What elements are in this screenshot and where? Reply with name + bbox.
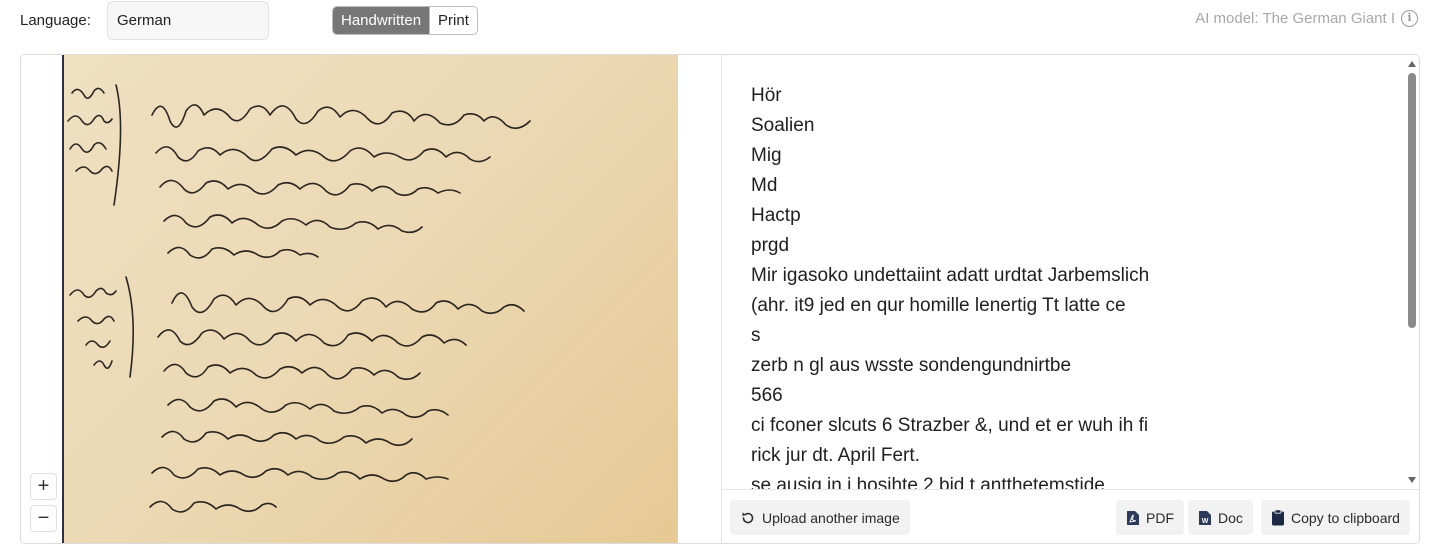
transcription-line: Md	[751, 175, 778, 196]
upload-label: Upload another image	[762, 509, 900, 526]
transcription-line: 566	[751, 385, 783, 406]
svg-text:W: W	[1202, 518, 1209, 525]
scrollbar-thumb[interactable]	[1408, 73, 1416, 328]
handwritten-image	[62, 55, 678, 543]
transcription-line: se ausig in i hosihte 2 bid t antthetems…	[751, 475, 1105, 489]
transcription-line: prgd	[751, 235, 790, 256]
doc-export-button[interactable]: W Doc	[1188, 500, 1253, 535]
pdf-label: PDF	[1146, 509, 1174, 526]
transcription-line: Mig	[751, 145, 782, 166]
refresh-icon	[742, 511, 754, 523]
transcription-line: Hör	[751, 85, 782, 106]
info-icon[interactable]: i	[1401, 10, 1418, 27]
transcription-lines: Hör Soalien Mig Md Hactp prgd Mir igasok…	[751, 81, 1391, 489]
doc-label: Doc	[1218, 509, 1243, 526]
mode-toggle: Handwritten Print	[332, 6, 478, 35]
action-bar: Upload another image PDF W Doc Copy to c…	[722, 489, 1419, 543]
top-toolbar: Language: Handwritten Print AI model: Th…	[0, 0, 1439, 44]
ai-model-info: AI model: The German Giant I i	[1195, 10, 1418, 27]
transcription-output[interactable]: Hör Soalien Mig Md Hactp prgd Mir igasok…	[722, 55, 1419, 489]
transcription-line: rick jur dt. April Fert.	[751, 445, 920, 466]
transcription-line: s	[751, 325, 761, 346]
pdf-export-button[interactable]: PDF	[1116, 500, 1184, 535]
handwriting-scribbles	[67, 84, 531, 513]
ai-model-label: AI model: The German Giant I	[1195, 10, 1395, 27]
scroll-down-arrow-icon[interactable]	[1408, 477, 1416, 483]
scroll-up-arrow-icon[interactable]	[1408, 61, 1416, 67]
upload-another-image-button[interactable]: Upload another image	[730, 500, 910, 535]
copy-to-clipboard-button[interactable]: Copy to clipboard	[1261, 500, 1410, 535]
transcription-line: (ahr. it9 jed en qur homille lenertig Tt…	[751, 295, 1126, 316]
transcription-line: Mir igasoko undettaiint adatt urdtat Jar…	[751, 265, 1150, 286]
print-mode-button[interactable]: Print	[429, 7, 477, 34]
transcription-line: Hactp	[751, 205, 801, 226]
transcription-line: zerb n gl aus wsste sondengundnirtbe	[751, 355, 1072, 376]
transcription-line: Soalien	[751, 115, 815, 136]
transcription-scrollbar[interactable]	[1405, 55, 1419, 489]
transcription-line: ci fconer slcuts 6 Strazber &, und et er…	[751, 415, 1149, 436]
word-file-icon: W	[1199, 510, 1211, 525]
language-input[interactable]	[107, 1, 269, 40]
pdf-file-icon	[1127, 510, 1139, 525]
handwritten-mode-button[interactable]: Handwritten	[333, 7, 430, 34]
zoom-out-button[interactable]: −	[30, 505, 57, 532]
main-panel: + − Hör Soalien Mig Md Hactp prgd Mir ig…	[20, 54, 1420, 544]
language-label: Language:	[20, 12, 91, 29]
copy-label: Copy to clipboard	[1291, 509, 1400, 526]
clipboard-icon	[1272, 509, 1284, 526]
image-viewer[interactable]: + −	[21, 55, 721, 543]
zoom-in-button[interactable]: +	[30, 473, 57, 500]
